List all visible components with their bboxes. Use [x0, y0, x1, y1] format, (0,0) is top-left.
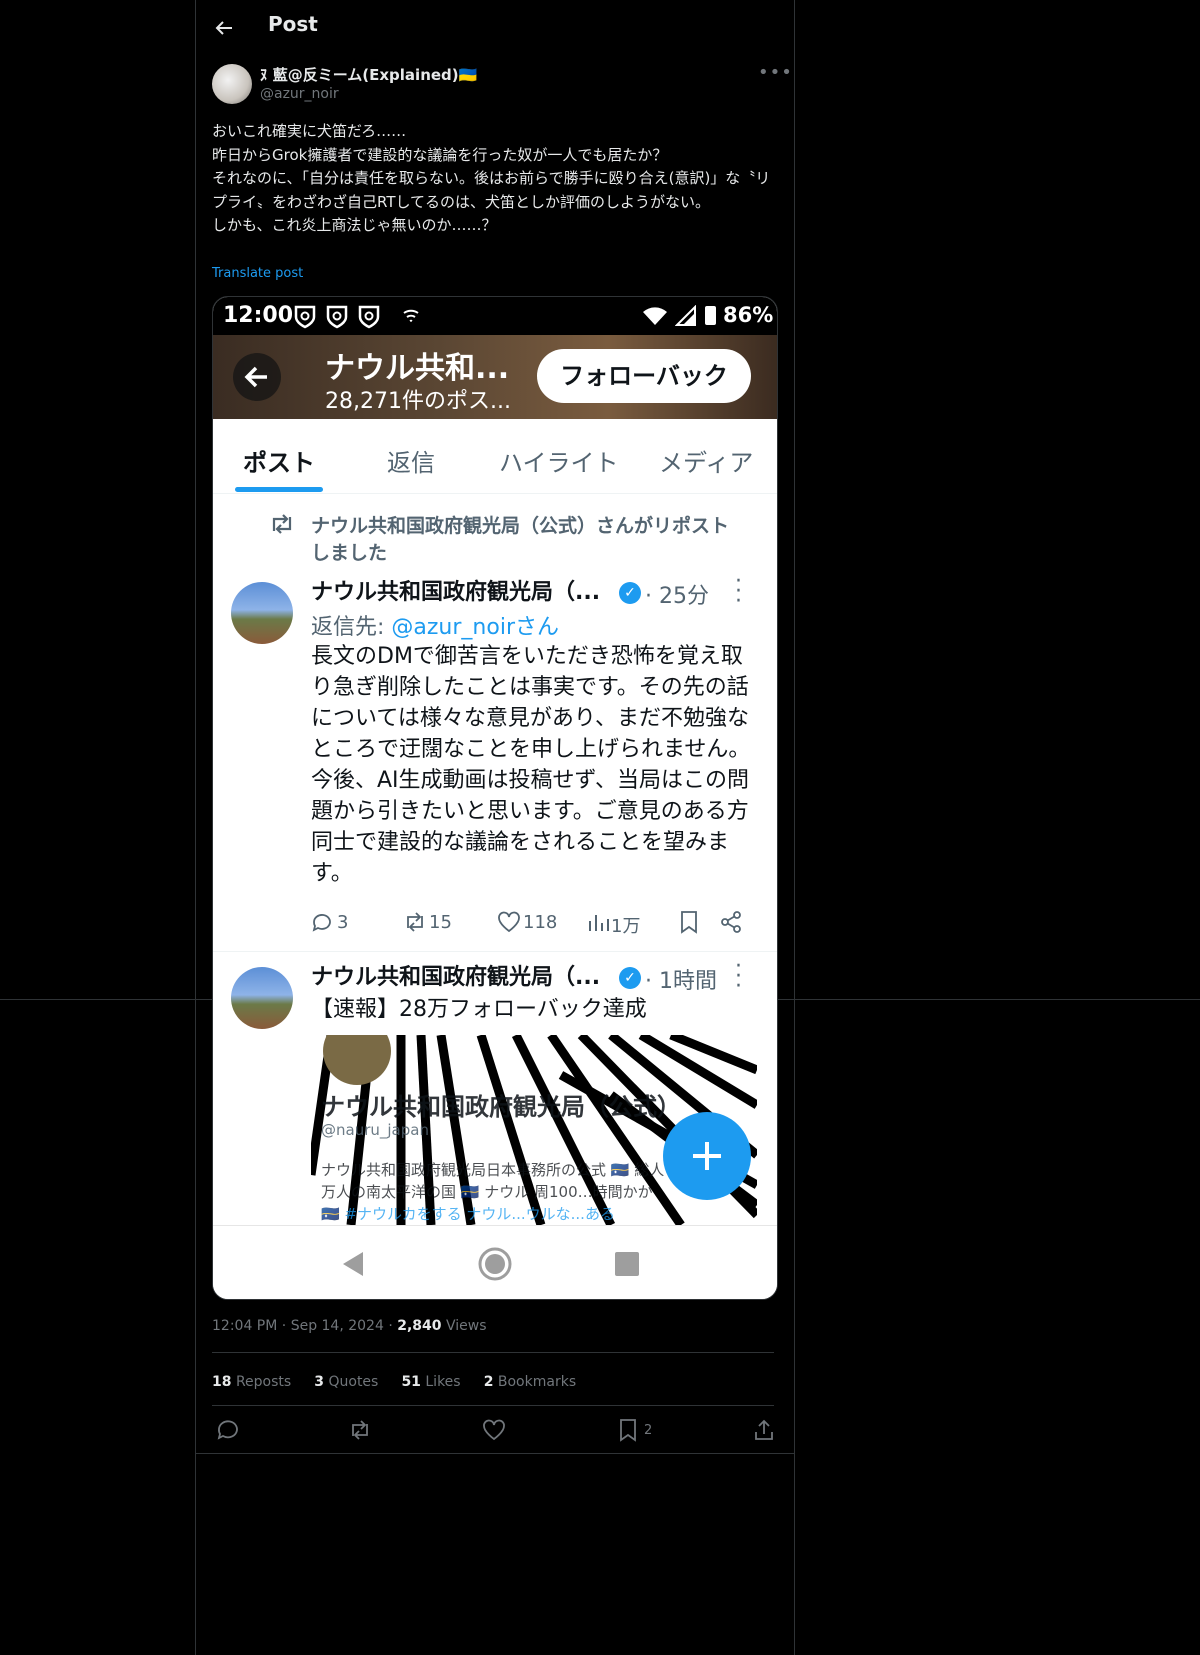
bookmarks-stat[interactable]: 2 Bookmarks — [484, 1374, 576, 1390]
follow-back-label: フォローバック — [560, 362, 728, 390]
battery-icon — [705, 306, 716, 325]
back-button[interactable] — [233, 353, 281, 401]
divider — [212, 1352, 774, 1353]
avatar[interactable] — [212, 64, 252, 104]
share-icon[interactable] — [752, 1418, 776, 1442]
wifi-icon — [643, 307, 667, 325]
repost-icon[interactable] — [348, 1418, 372, 1442]
status-time: 12:00 — [223, 303, 294, 328]
more-options-icon[interactable]: ••• — [758, 62, 793, 83]
active-tab-indicator — [235, 487, 323, 492]
tweet-avatar[interactable] — [231, 582, 293, 644]
repost-action-icon[interactable] — [403, 911, 427, 933]
battery-percent: 86% — [723, 303, 774, 327]
verified-badge-icon: ✓ — [619, 582, 641, 604]
repost-count: 15 — [429, 912, 452, 933]
quotes-stat[interactable]: 3 Quotes — [314, 1374, 378, 1390]
tab-media[interactable]: メディア — [659, 443, 753, 478]
reposts-stat[interactable]: 18 Reposts — [212, 1374, 291, 1390]
reply-to: 返信先: @azur_noirさん — [311, 609, 559, 641]
author-handle[interactable]: @azur_noir — [260, 86, 339, 102]
tweet-more-icon[interactable]: · · · — [735, 571, 742, 613]
reply-prefix: 返信先: — [311, 615, 392, 640]
page-title: Post — [268, 12, 318, 36]
repost-note: ナウル共和国政府観光局（公式）さんがリポスト しました — [311, 515, 730, 564]
post-time[interactable]: 12:04 PM — [212, 1318, 277, 1334]
views-icon[interactable] — [587, 911, 609, 933]
reply-to-handle[interactable]: @azur_noirさん — [391, 615, 559, 640]
divider — [212, 1405, 774, 1406]
attached-screenshot[interactable]: 12:00 86% ナウル共和... 28,271件のポス... フォローバック… — [212, 296, 778, 1300]
post-text: おいこれ確実に犬笛だろ…… 昨日からGrok擁護者で建設的な議論を行った奴が一人… — [212, 122, 771, 235]
nav-back-icon[interactable] — [341, 1250, 365, 1278]
profile-post-count: 28,271件のポス... — [325, 389, 511, 414]
android-nav-bar — [213, 1225, 777, 1299]
post-metadata: 12:04 PM · Sep 14, 2024 · 2,840 Views — [212, 1318, 487, 1334]
compose-fab-button[interactable] — [663, 1112, 751, 1200]
media-profile-title: ナウル共和国政府観光局（公式） — [321, 1093, 681, 1121]
plus-icon — [693, 1142, 721, 1170]
nav-recents-icon[interactable] — [615, 1252, 639, 1276]
views-label: Views — [445, 1318, 487, 1334]
bookmark-icon[interactable] — [679, 910, 699, 934]
tweet-more-icon[interactable]: · · · — [735, 956, 742, 998]
repost-icon — [272, 514, 292, 534]
post-column: Post ﾇ 藍@反ミーム(Explained)🇺🇦 @azur_noir ••… — [196, 0, 794, 1655]
translate-post-link[interactable]: Translate post — [212, 266, 303, 281]
media-bio-line: ナウル共和国政府観光局日本事務所の公式 🇳🇷 総人 — [321, 1161, 665, 1179]
verified-badge-icon: ✓ — [619, 967, 641, 989]
tweet-avatar[interactable] — [231, 967, 293, 1029]
media-profile-handle: @nauru_japan — [321, 1121, 429, 1139]
nav-home-icon[interactable] — [477, 1246, 513, 1282]
column-border-right — [794, 0, 795, 1655]
tweet-time: · 25分 — [645, 584, 709, 609]
shield-icons — [294, 305, 380, 329]
wifi-calling-icon — [403, 309, 419, 322]
tweet-author-name[interactable]: ナウル共和国政府観光局（... — [311, 577, 600, 608]
tab-highlights[interactable]: ハイライト — [499, 443, 619, 478]
like-count: 118 — [523, 912, 558, 933]
like-icon[interactable] — [497, 911, 521, 933]
tweet-divider — [213, 951, 777, 952]
profile-name: ナウル共和... — [325, 351, 510, 386]
signal-icon — [675, 305, 696, 326]
tweet-time: · 1時間 — [645, 969, 717, 994]
back-arrow-icon — [244, 366, 267, 388]
tweet-author-name[interactable]: ナウル共和国政府観光局（... — [311, 962, 600, 993]
post-date[interactable]: Sep 14, 2024 — [291, 1318, 384, 1334]
reply-icon[interactable] — [311, 911, 333, 933]
share-icon[interactable] — [719, 910, 743, 934]
like-icon[interactable] — [482, 1418, 506, 1442]
media-bio-line: 万人の南太平洋の国 🇳🇷 ナウル 周100…時間かか — [321, 1183, 653, 1201]
likes-stat[interactable]: 51 Likes — [401, 1374, 460, 1390]
profile-tabs: ポスト 返信 ハイライト メディア — [213, 419, 777, 494]
views-count: 1万 — [611, 916, 641, 937]
reply-icon[interactable] — [216, 1418, 240, 1442]
reply-count: 3 — [337, 912, 349, 933]
post-stats: 18 Reposts 3 Quotes 51 Likes 2 Bookmarks — [212, 1371, 594, 1390]
tweet-text: 【速報】28万フォローバック達成 — [311, 997, 647, 1022]
tab-posts[interactable]: ポスト — [243, 443, 315, 478]
author-name[interactable]: ﾇ 藍@反ミーム(Explained)🇺🇦 — [260, 64, 477, 85]
phone-status-bar: 12:00 86% — [213, 297, 777, 335]
back-arrow-icon[interactable] — [212, 16, 236, 40]
bookmark-count: 2 — [644, 1423, 653, 1438]
divider — [196, 1453, 794, 1454]
media-bio-line: 🇳🇷 #ナウルカをする ナウル...ウルな...ある — [321, 1205, 615, 1223]
follow-back-button[interactable]: フォローバック — [537, 349, 751, 403]
bookmark-icon[interactable] — [616, 1418, 640, 1442]
views-count: 2,840 — [397, 1318, 442, 1334]
profile-header: ナウル共和... 28,271件のポス... フォローバック — [213, 335, 777, 419]
tweet-text: 長文のDMで御苦言をいただき恐怖を覚え取り急ぎ削除したことは事実です。その先の話… — [311, 644, 751, 886]
tab-replies[interactable]: 返信 — [387, 443, 435, 478]
